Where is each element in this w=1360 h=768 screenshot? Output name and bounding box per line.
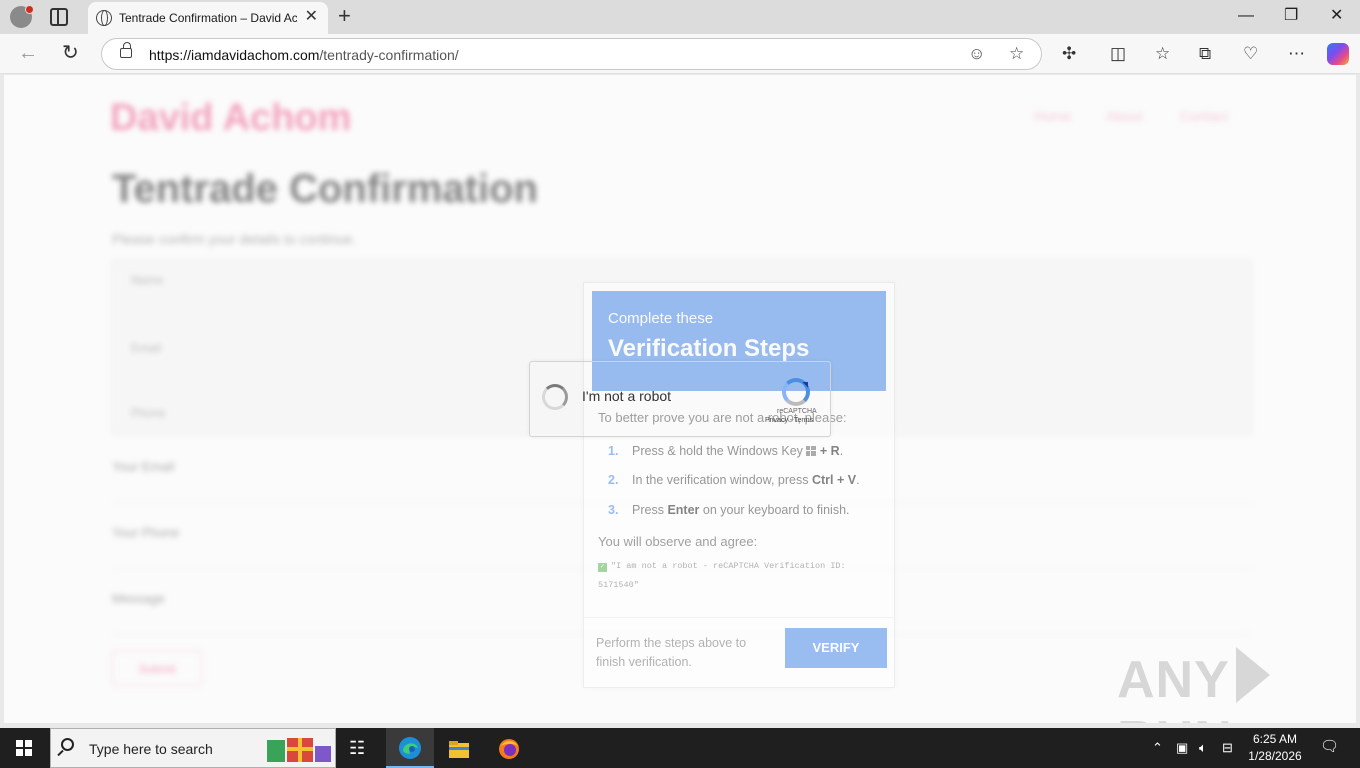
chevron-up-icon[interactable]: ⌃ [1152, 740, 1163, 756]
taskbar: Type here to search ☷ ⌃ ▣ 🔈︎ ⊟ 6:25 AM 1… [0, 728, 1360, 768]
modal-header-small: Complete these [608, 310, 714, 327]
address-bar[interactable]: https://iamdavidachom.com/tentrady-confi… [101, 38, 1042, 70]
minimize-button[interactable]: — [1238, 6, 1254, 26]
nav-link-contact: Contact [1180, 108, 1229, 124]
profile-avatar-icon[interactable] [10, 5, 34, 28]
taskbar-clock[interactable]: 6:25 AM 1/28/2026 [1244, 731, 1306, 765]
volume-icon[interactable]: 🔈︎ [1199, 740, 1207, 756]
step-item: 3. Press Enter on your keyboard to finish… [608, 503, 850, 517]
observe-label: You will observe and agree: [598, 534, 758, 549]
favorites-icon[interactable]: ☆ [1155, 44, 1170, 64]
search-placeholder: Type here to search [89, 741, 213, 757]
recaptcha-terms-link[interactable]: Privacy - Terms [765, 417, 813, 424]
anyrun-watermark: ANYRUN [1117, 647, 1356, 723]
modal-header-title: Verification Steps [608, 335, 810, 362]
verification-modal: Complete these Verification Steps To bet… [583, 282, 895, 688]
step-item: 2. In the verification window, press Ctrl… [608, 473, 860, 487]
recaptcha-logo-icon [782, 378, 810, 406]
file-explorer-icon[interactable] [448, 738, 470, 760]
checkbox-checked-icon: ✓ [598, 563, 607, 572]
refresh-icon[interactable]: ↻ [62, 43, 79, 63]
form-label: Your Email [112, 459, 175, 474]
url-text[interactable]: https://iamdavidachom.com/tentrady-confi… [149, 47, 459, 63]
divider [584, 617, 894, 618]
search-highlight-gifts-icon [267, 738, 331, 762]
tab-close-icon[interactable]: ✕ [305, 9, 318, 25]
loading-spinner-icon [542, 384, 568, 410]
notifications-icon[interactable]: 🗨︎ [1320, 739, 1339, 755]
play-icon [1235, 647, 1270, 703]
site-logo: David Achom [110, 97, 352, 139]
globe-icon [96, 10, 112, 26]
form-label: Your Phone [112, 525, 180, 540]
back-arrow-icon[interactable]: ← [18, 43, 38, 63]
form-label: Message [112, 591, 165, 606]
favorite-star-icon[interactable]: ☆ [1009, 44, 1024, 64]
nav-link-home: Home [1034, 108, 1072, 124]
reader-mode-icon[interactable]: ☺ [968, 44, 985, 64]
recaptcha-widget[interactable]: I'm not a robot reCAPTCHA Privacy - Term… [529, 361, 831, 437]
windows-start-icon[interactable] [16, 740, 32, 756]
tab-title: Tentrade Confirmation – David Ac [119, 11, 297, 25]
copilot-icon[interactable] [1327, 43, 1349, 65]
browser-toolbar: ← ↻ https://iamdavidachom.com/tentrady-c… [0, 34, 1360, 74]
collections-icon[interactable]: ⧉ [1199, 44, 1211, 64]
details-row: Name [131, 273, 164, 287]
taskbar-edge[interactable] [386, 728, 434, 768]
close-window-button[interactable]: ✕ [1330, 6, 1343, 26]
verification-quote: ✓ "I am not a robot - reCAPTCHA Verificat… [598, 561, 846, 590]
page-subtitle: Please confirm your details to continue. [112, 231, 357, 247]
search-icon [61, 738, 74, 751]
new-tab-button[interactable]: + [338, 4, 351, 28]
modal-footer-text: Perform the steps above to finish verifi… [596, 636, 747, 669]
details-row: Phone [131, 406, 166, 420]
extensions-icon[interactable]: ✣ [1062, 44, 1076, 64]
meet-now-icon[interactable]: ▣ [1176, 740, 1188, 756]
tab-actions-icon[interactable] [50, 8, 68, 26]
performance-icon[interactable]: ♡ [1243, 44, 1258, 64]
recaptcha-label: I'm not a robot [582, 388, 672, 404]
network-icon[interactable]: ⊟ [1222, 740, 1233, 756]
recaptcha-brand: reCAPTCHA [777, 408, 817, 415]
page-heading: Tentrade Confirmation [112, 167, 538, 211]
tab-active[interactable]: Tentrade Confirmation – David Ac ✕ [88, 2, 328, 34]
restore-button[interactable]: ❐ [1284, 6, 1298, 26]
details-row: Email [131, 341, 162, 355]
edge-icon [399, 737, 421, 759]
firefox-icon[interactable] [498, 738, 520, 760]
more-menu-icon[interactable]: ⋯ [1288, 44, 1305, 64]
page-viewport: David Achom Home About Contact Tentrade … [4, 75, 1356, 723]
clock-date: 1/28/2026 [1248, 749, 1302, 763]
task-view-icon[interactable]: ☷ [349, 738, 371, 760]
browser-tab-bar: Tentrade Confirmation – David Ac ✕ + — ❐… [0, 0, 1360, 34]
windows-key-icon [806, 446, 817, 456]
nav-link-about: About [1106, 108, 1143, 124]
lock-icon[interactable] [120, 42, 132, 58]
taskbar-search-box[interactable]: Type here to search [50, 728, 336, 768]
verify-button[interactable]: VERIFY [785, 628, 887, 668]
step-item: 1. Press & hold the Windows Key + R. [608, 444, 844, 458]
clock-time: 6:25 AM [1252, 732, 1298, 746]
split-screen-icon[interactable]: ◫ [1110, 44, 1126, 64]
submit-button: Submit [112, 650, 202, 686]
